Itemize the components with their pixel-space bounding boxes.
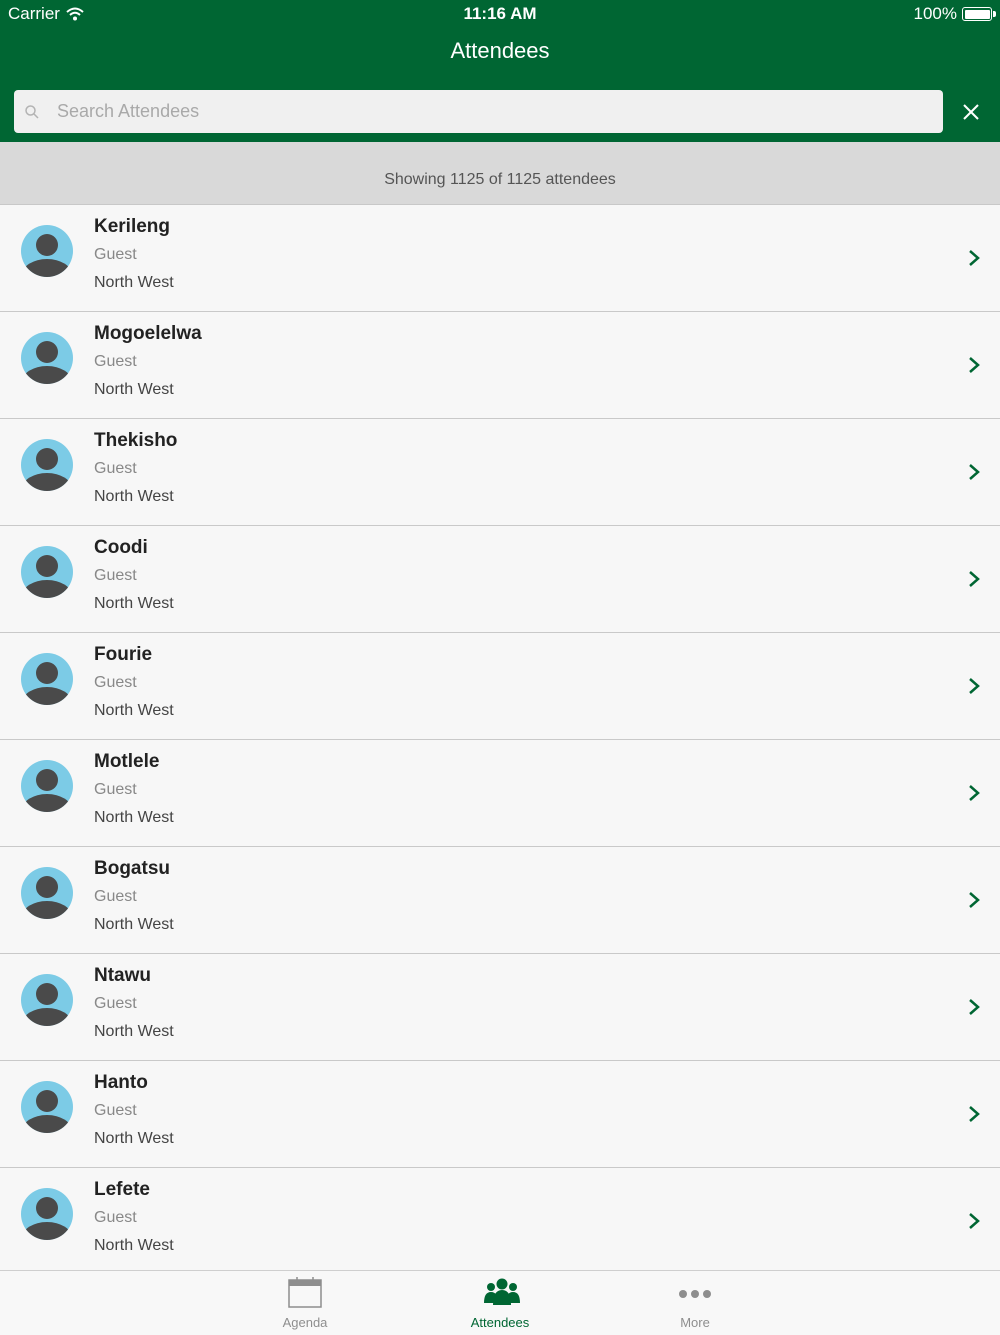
attendee-name: Ntawu [94, 965, 151, 986]
result-count-bar: Showing 1125 of 1125 attendees [0, 142, 1000, 205]
chevron-right-icon [969, 678, 980, 694]
avatar-icon [21, 225, 73, 277]
tab-label: Agenda [282, 1315, 328, 1330]
close-icon[interactable] [958, 99, 984, 125]
status-time: 11:16 AM [463, 4, 537, 23]
search-input[interactable] [55, 100, 919, 123]
tab-bar: Agenda Attendees More [0, 1270, 1000, 1335]
attendee-region: North West [94, 809, 174, 826]
attendee-role: Guest [94, 460, 137, 477]
avatar-icon [21, 653, 73, 705]
list-item[interactable]: Hanto Guest North West [0, 1061, 1000, 1168]
avatar-icon [21, 760, 73, 812]
attendee-region: North West [94, 1023, 174, 1040]
battery-icon [962, 7, 996, 21]
avatar-icon [21, 867, 73, 919]
attendee-name: Hanto [94, 1072, 148, 1093]
attendee-name: Bogatsu [94, 858, 170, 879]
result-count-text: Showing 1125 of 1125 attendees [384, 171, 616, 188]
avatar-icon [21, 546, 73, 598]
attendee-region: North West [94, 488, 174, 505]
chevron-right-icon [969, 1213, 980, 1229]
status-bar: Carrier 11:16 AM 100% [0, 0, 1000, 28]
status-right: 100% [913, 4, 996, 24]
avatar-icon [21, 1188, 73, 1240]
tab-label: More [680, 1315, 710, 1330]
chevron-right-icon [969, 785, 980, 801]
chevron-right-icon [969, 1106, 980, 1122]
more-icon [679, 1290, 711, 1298]
attendee-region: North West [94, 1237, 174, 1254]
list-item[interactable]: Bogatsu Guest North West [0, 847, 1000, 954]
chevron-right-icon [969, 250, 980, 266]
chevron-right-icon [969, 464, 980, 480]
attendee-role: Guest [94, 674, 137, 691]
attendee-role: Guest [94, 353, 137, 370]
list-item[interactable]: Kerileng Guest North West [0, 205, 1000, 312]
attendee-role: Guest [94, 888, 137, 905]
chevron-right-icon [969, 571, 980, 587]
list-item[interactable]: Fourie Guest North West [0, 633, 1000, 740]
list-item[interactable]: Ntawu Guest North West [0, 954, 1000, 1061]
attendee-region: North West [94, 595, 174, 612]
search-bar[interactable] [14, 90, 943, 133]
attendee-region: North West [94, 274, 174, 291]
tab-attendees[interactable]: Attendees [440, 1271, 560, 1335]
chevron-right-icon [969, 999, 980, 1015]
attendee-role: Guest [94, 246, 137, 263]
calendar-icon [288, 1277, 322, 1308]
tab-label: Attendees [470, 1315, 530, 1330]
attendee-role: Guest [94, 567, 137, 584]
attendee-role: Guest [94, 1209, 137, 1226]
attendee-name: Coodi [94, 537, 148, 558]
chevron-right-icon [969, 357, 980, 373]
list-item[interactable]: Motlele Guest North West [0, 740, 1000, 847]
avatar-icon [21, 1081, 73, 1133]
people-icon [484, 1278, 520, 1305]
page-title: Attendees [450, 38, 550, 63]
app-header: Carrier 11:16 AM 100% Attendees [0, 0, 1000, 142]
attendee-name: Fourie [94, 644, 153, 665]
attendee-name: Lefete [94, 1179, 150, 1200]
attendee-region: North West [94, 381, 174, 398]
attendee-region: North West [94, 916, 174, 933]
attendee-role: Guest [94, 781, 137, 798]
attendee-name: Kerileng [94, 216, 171, 237]
avatar-icon [21, 439, 73, 491]
avatar-icon [21, 332, 73, 384]
list-item[interactable]: Thekisho Guest North West [0, 419, 1000, 526]
attendee-list: Kerileng Guest North West Mogoelelwa Gue… [0, 205, 1000, 1275]
search-icon [25, 104, 39, 119]
attendee-name: Thekisho [94, 430, 178, 451]
tab-more[interactable]: More [635, 1271, 755, 1335]
list-item[interactable]: Coodi Guest North West [0, 526, 1000, 633]
attendee-role: Guest [94, 995, 137, 1012]
list-item[interactable]: Mogoelelwa Guest North West [0, 312, 1000, 419]
attendee-name: Motlele [94, 751, 160, 772]
chevron-right-icon [969, 892, 980, 908]
attendee-region: North West [94, 1130, 174, 1147]
tab-agenda[interactable]: Agenda [245, 1271, 365, 1335]
list-item[interactable]: Lefete Guest North West [0, 1168, 1000, 1275]
battery-percent: 100% [913, 4, 957, 23]
avatar-icon [21, 974, 73, 1026]
attendee-region: North West [94, 702, 174, 719]
attendee-name: Mogoelelwa [94, 323, 202, 344]
attendee-role: Guest [94, 1102, 137, 1119]
